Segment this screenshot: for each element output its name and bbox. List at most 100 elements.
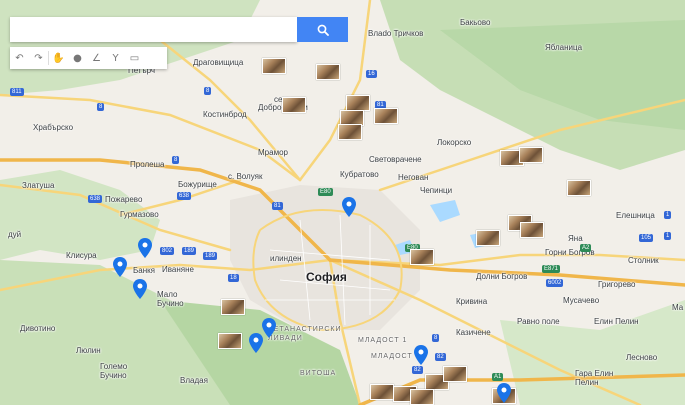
road-shield: 1 (664, 232, 672, 240)
place-label: Дивотино (20, 324, 56, 333)
place-label: Кубратово (340, 170, 379, 179)
district-label: ВИТОША (300, 370, 337, 377)
place-label: Световрачене (369, 155, 422, 164)
map-toolbar: ↶ ↷ ✋ ● ∠ Y ▭ (10, 47, 167, 69)
district-label: МЛАДОСТ (371, 353, 413, 360)
place-label: Долни Богров (476, 272, 528, 281)
road-shield: 802 (160, 247, 175, 255)
place-label: Равно поле (517, 317, 560, 326)
draw-line-button[interactable]: ∠ (87, 47, 106, 69)
place-label: Бакьово (460, 18, 491, 27)
search-icon (317, 24, 329, 36)
place-label: Банкя (133, 266, 155, 275)
photo-thumbnail[interactable] (338, 124, 362, 140)
location-pin-icon[interactable] (262, 318, 276, 338)
road-shield: 82 (435, 353, 446, 361)
road-shield: 81 (272, 202, 283, 210)
place-label: Григорево (598, 280, 636, 289)
road-shield: 8 (432, 334, 440, 342)
photo-thumbnail[interactable] (410, 389, 434, 405)
place-label: Гурмазово (120, 210, 159, 219)
road-shield: 18 (228, 274, 239, 282)
place-label: Пожарево (105, 195, 143, 204)
pan-button[interactable]: ✋ (49, 47, 68, 69)
photo-thumbnail[interactable] (218, 333, 242, 349)
photo-thumbnail[interactable] (443, 366, 467, 382)
photo-thumbnail[interactable] (221, 299, 245, 315)
undo-icon: ↶ (15, 52, 24, 64)
location-pin-icon[interactable] (497, 383, 511, 403)
place-label: Негован (398, 173, 429, 182)
add-directions-button[interactable]: Y (106, 47, 125, 69)
place-label: Яна (568, 234, 583, 243)
photo-thumbnail[interactable] (476, 230, 500, 246)
road-shield: 8 (97, 103, 105, 111)
redo-icon: ↷ (34, 52, 43, 64)
undo-button[interactable]: ↶ (10, 47, 29, 69)
road-shield: 811 (10, 88, 24, 96)
road-shield: 8 (204, 87, 212, 95)
location-pin-icon[interactable] (249, 333, 263, 353)
photo-thumbnail[interactable] (410, 249, 434, 265)
redo-button[interactable]: ↷ (29, 47, 48, 69)
photo-thumbnail[interactable] (520, 222, 544, 238)
road-shield: 8 (172, 156, 180, 164)
road-shield: E871 (542, 265, 561, 273)
photo-thumbnail[interactable] (370, 384, 394, 400)
place-label: илинден (270, 254, 302, 263)
place-label: Ма (672, 303, 684, 312)
road-shield: 105 (639, 234, 654, 242)
photo-thumbnail[interactable] (262, 58, 286, 74)
road-shield: 189 (182, 247, 197, 255)
measure-button[interactable]: ▭ (125, 47, 144, 69)
add-marker-button[interactable]: ● (68, 47, 87, 69)
location-pin-icon[interactable] (133, 279, 147, 299)
place-label: с. Волуяк (228, 172, 263, 181)
place-label: Чепинци (420, 186, 453, 195)
place-label: Казичене (456, 328, 491, 337)
place-label: Кривина (456, 297, 488, 306)
road-shield: 638 (88, 195, 103, 203)
location-pin-icon[interactable] (113, 257, 127, 277)
place-label: Лесново (626, 353, 658, 362)
photo-thumbnail[interactable] (346, 95, 370, 111)
place-label: Ябланица (545, 43, 583, 52)
road-shield: 1 (664, 211, 672, 219)
search-button[interactable] (297, 17, 348, 42)
photo-thumbnail[interactable] (519, 147, 543, 163)
photo-thumbnail[interactable] (374, 108, 398, 124)
location-pin-icon[interactable] (138, 238, 152, 258)
place-label: Божурище (178, 180, 217, 189)
place-label: Златуша (22, 181, 55, 190)
place-label: Драговищица (193, 58, 244, 67)
place-label: Мало Бучино (157, 290, 184, 308)
district-label: МЛАДОСТ 1 (358, 337, 408, 344)
photo-thumbnail[interactable] (282, 97, 306, 113)
road-shield: 82 (412, 366, 423, 374)
pan-hand-icon: ✋ (52, 52, 65, 64)
ruler-icon: ▭ (129, 52, 140, 64)
road-shield: A1 (492, 373, 504, 381)
place-label: Елин Пелин (594, 317, 639, 326)
place-label: Мрамор (258, 148, 288, 157)
route-icon: Y (112, 52, 119, 64)
place-label: Храбърско (33, 123, 74, 132)
photo-thumbnail[interactable] (567, 180, 591, 196)
road-shield: 189 (203, 252, 218, 260)
district-label: ВЕТАНАСТИРСКИ ЛИВАДИ (268, 326, 342, 342)
place-label: дуй (8, 230, 22, 239)
place-label: Владая (180, 376, 208, 385)
place-label: Столник (628, 256, 659, 265)
search-input[interactable] (10, 17, 297, 42)
photo-thumbnail[interactable] (316, 64, 340, 80)
road-shield: E80 (318, 188, 333, 196)
marker-icon: ● (73, 52, 82, 64)
place-label: Елешница (616, 211, 655, 220)
place-label: Влado Тричков (368, 29, 424, 38)
place-label: Костинброд (203, 110, 247, 119)
road-shield: 16 (366, 70, 377, 78)
place-label: Пролеша (130, 160, 165, 169)
place-label: Локорско (437, 138, 472, 147)
location-pin-icon[interactable] (342, 197, 356, 217)
location-pin-icon[interactable] (414, 345, 428, 365)
